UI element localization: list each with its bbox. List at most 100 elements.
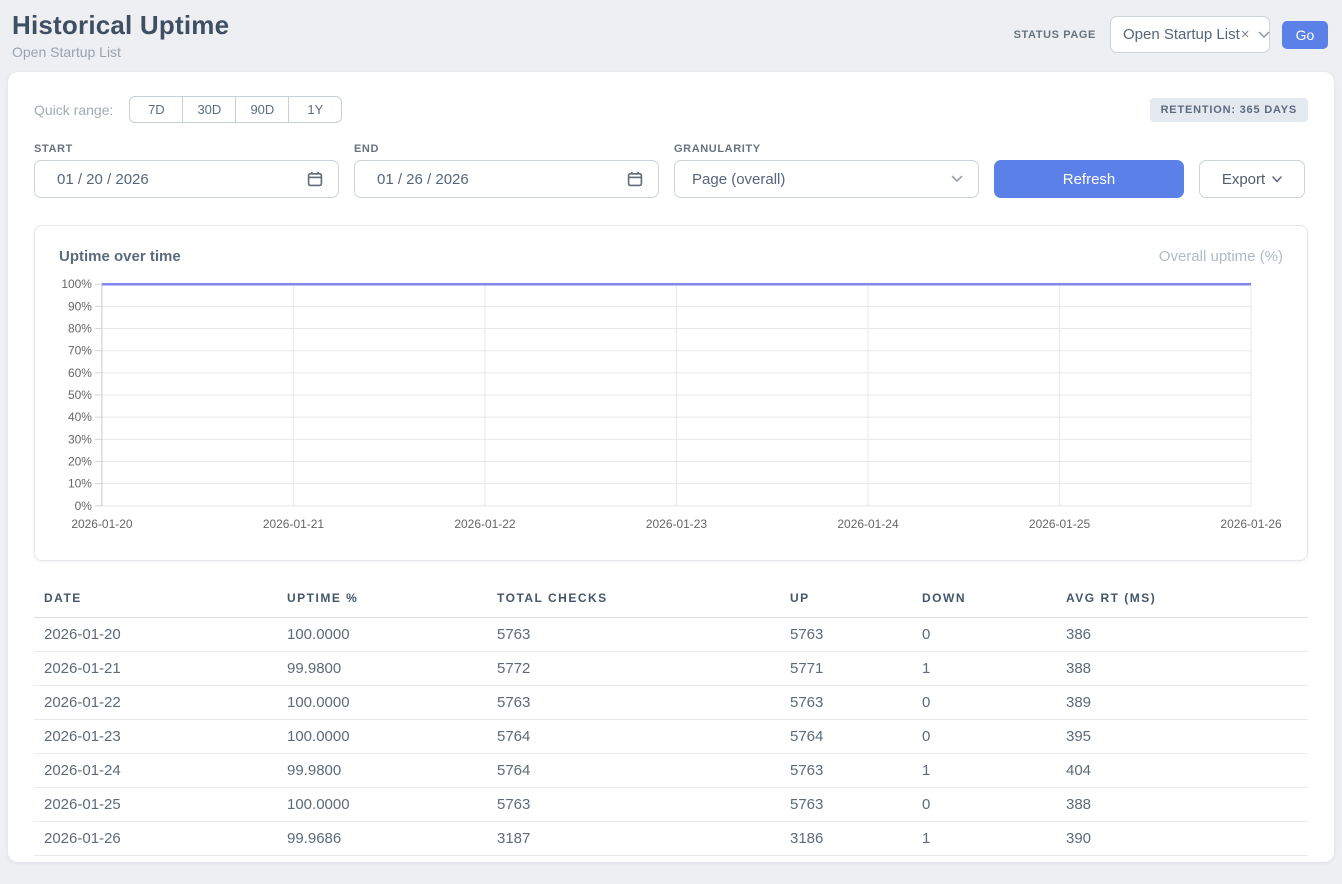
table-cell: 0 — [912, 788, 1056, 822]
table-cell: 5764 — [487, 720, 780, 754]
table-cell: 2026-01-26 — [34, 822, 277, 856]
granularity-selected-value: Page (overall) — [692, 171, 951, 188]
table-cell: 2026-01-25 — [34, 788, 277, 822]
export-button[interactable]: Export — [1199, 160, 1305, 198]
table-cell: 3186 — [780, 822, 912, 856]
table-row: 2026-01-2699.9686318731861390 — [34, 822, 1308, 856]
table-cell: 404 — [1056, 754, 1308, 788]
table-header-row: DATE UPTIME % TOTAL CHECKS UP DOWN AVG R… — [34, 585, 1308, 618]
start-label: START — [34, 143, 339, 155]
svg-text:60%: 60% — [68, 366, 92, 380]
table-cell: 5763 — [780, 788, 912, 822]
start-date-input[interactable]: 01 / 20 / 2026 — [34, 160, 339, 198]
col-header-date: DATE — [34, 585, 277, 618]
table-cell: 99.9800 — [277, 652, 487, 686]
end-label: END — [354, 143, 659, 155]
svg-text:70%: 70% — [68, 344, 92, 358]
table-cell: 5763 — [780, 686, 912, 720]
table-cell: 5764 — [780, 720, 912, 754]
uptime-table-head: DATE UPTIME % TOTAL CHECKS UP DOWN AVG R… — [34, 585, 1308, 618]
end-date-value: 01 / 26 / 2026 — [377, 171, 627, 188]
status-page-selected-value: Open Startup List — [1123, 26, 1240, 43]
table-cell: 2026-01-23 — [34, 720, 277, 754]
svg-text:2026-01-21: 2026-01-21 — [263, 517, 325, 531]
table-cell: 2026-01-20 — [34, 618, 277, 652]
end-date-input[interactable]: 01 / 26 / 2026 — [354, 160, 659, 198]
table-cell: 395 — [1056, 720, 1308, 754]
export-button-label: Export — [1222, 171, 1265, 188]
chevron-down-icon — [951, 175, 963, 183]
col-header-uptime: UPTIME % — [277, 585, 487, 618]
table-cell: 1 — [912, 652, 1056, 686]
svg-text:2026-01-22: 2026-01-22 — [454, 517, 516, 531]
svg-text:2026-01-24: 2026-01-24 — [837, 517, 899, 531]
chart-card: Uptime over time Overall uptime (%) 0% 10… — [34, 225, 1308, 561]
table-cell: 100.0000 — [277, 788, 487, 822]
uptime-table: DATE UPTIME % TOTAL CHECKS UP DOWN AVG R… — [34, 585, 1308, 856]
svg-text:2026-01-23: 2026-01-23 — [646, 517, 708, 531]
col-header-up: UP — [780, 585, 912, 618]
quick-range-90d-button[interactable]: 90D — [235, 96, 289, 123]
svg-text:90%: 90% — [68, 299, 92, 313]
status-page-label: STATUS PAGE — [1014, 29, 1096, 41]
table-cell: 5772 — [487, 652, 780, 686]
table-cell: 2026-01-24 — [34, 754, 277, 788]
uptime-table-body: 2026-01-20100.00005763576303862026-01-21… — [34, 618, 1308, 856]
status-page-controls: STATUS PAGE Open Startup List × Go — [1014, 16, 1328, 53]
page-subtitle: Open Startup List — [12, 44, 229, 60]
chart-legend: Overall uptime (%) — [1159, 248, 1283, 265]
table-cell: 390 — [1056, 822, 1308, 856]
table-cell: 0 — [912, 618, 1056, 652]
quick-range-label: Quick range: — [34, 102, 113, 118]
table-cell: 100.0000 — [277, 686, 487, 720]
svg-text:10%: 10% — [68, 477, 92, 491]
clear-icon[interactable]: × — [1241, 26, 1250, 43]
quick-range-7d-button[interactable]: 7D — [129, 96, 183, 123]
quick-range-30d-button[interactable]: 30D — [182, 96, 236, 123]
svg-text:0%: 0% — [75, 499, 93, 513]
page-title: Historical Uptime — [12, 10, 229, 41]
chevron-down-icon — [1272, 176, 1282, 183]
table-cell: 5771 — [780, 652, 912, 686]
table-cell: 386 — [1056, 618, 1308, 652]
table-cell: 5764 — [487, 754, 780, 788]
table-cell: 389 — [1056, 686, 1308, 720]
granularity-select[interactable]: Page (overall) — [674, 160, 979, 198]
col-header-total-checks: TOTAL CHECKS — [487, 585, 780, 618]
filters-row: START 01 / 20 / 2026 END 01 / 26 / 2026 … — [34, 143, 1308, 198]
table-cell: 3187 — [487, 822, 780, 856]
retention-badge: RETENTION: 365 DAYS — [1150, 98, 1308, 122]
calendar-icon[interactable] — [627, 171, 643, 187]
chart-header: Uptime over time Overall uptime (%) — [59, 248, 1283, 265]
svg-text:100%: 100% — [61, 277, 92, 291]
status-page-select[interactable]: Open Startup List × — [1110, 16, 1270, 53]
table-cell: 5763 — [487, 686, 780, 720]
table-cell: 100.0000 — [277, 618, 487, 652]
start-date-value: 01 / 20 / 2026 — [57, 171, 307, 188]
table-row: 2026-01-2499.9800576457631404 — [34, 754, 1308, 788]
svg-text:20%: 20% — [68, 455, 92, 469]
quick-range-group: 7D 30D 90D 1Y — [129, 96, 342, 123]
table-cell: 5763 — [780, 754, 912, 788]
quick-range-1y-button[interactable]: 1Y — [288, 96, 342, 123]
table-cell: 0 — [912, 686, 1056, 720]
chart-plot-area: 0%10%20%30%40%50%60%70%80%90%100%2026-01… — [59, 275, 1283, 537]
table-cell: 2026-01-22 — [34, 686, 277, 720]
calendar-icon[interactable] — [307, 171, 323, 187]
topbar: Historical Uptime Open Startup List STAT… — [0, 0, 1342, 72]
table-cell: 5763 — [487, 788, 780, 822]
go-button[interactable]: Go — [1282, 21, 1328, 49]
col-header-avg-rt: AVG RT (MS) — [1056, 585, 1308, 618]
chart-title: Uptime over time — [59, 248, 181, 265]
refresh-button[interactable]: Refresh — [994, 160, 1184, 198]
chevron-down-icon — [1258, 31, 1270, 39]
svg-text:80%: 80% — [68, 322, 92, 336]
table-cell: 1 — [912, 754, 1056, 788]
table-row: 2026-01-20100.0000576357630386 — [34, 618, 1308, 652]
table-row: 2026-01-2199.9800577257711388 — [34, 652, 1308, 686]
table-cell: 2026-01-21 — [34, 652, 277, 686]
svg-text:30%: 30% — [68, 432, 92, 446]
granularity-label: GRANULARITY — [674, 143, 979, 155]
table-cell: 5763 — [487, 618, 780, 652]
table-row: 2026-01-23100.0000576457640395 — [34, 720, 1308, 754]
